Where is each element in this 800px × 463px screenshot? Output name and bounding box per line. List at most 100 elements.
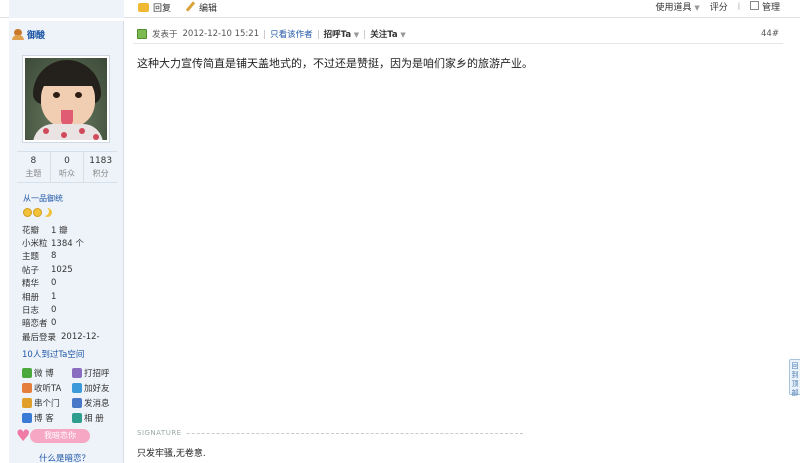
info-row: 精华 0 — [22, 277, 122, 290]
stat-points[interactable]: 1183 积分 — [84, 152, 117, 182]
username-row: 御酸 — [12, 28, 45, 41]
what-is-crush-link[interactable]: 什么是暗恋？ — [39, 452, 90, 463]
stat-listeners-label: 听众 — [59, 169, 75, 178]
greet-label: 打招呼 — [84, 368, 110, 379]
moon-icon — [43, 208, 52, 217]
separator-icon: | — [737, 2, 741, 10]
info-key: 精华 — [22, 279, 40, 290]
user-stats: 8 主题 0 听众 1183 积分 — [17, 151, 117, 183]
top-toolbar: 回复 编辑 使用道具 ▼ 评分 | 管理 — [0, 0, 800, 18]
greet-link[interactable]: 打招呼 — [72, 367, 122, 379]
user-group-link[interactable]: 从一品御统 — [23, 193, 63, 204]
album-icon — [72, 412, 82, 423]
stat-points-count: 1183 — [89, 156, 113, 166]
manage-checkbox[interactable] — [750, 0, 760, 10]
visit-count: 10 — [22, 350, 33, 360]
message-label: 发消息 — [84, 398, 110, 409]
post-actions: 回复 编辑 — [138, 0, 217, 14]
info-row: 小米粒 1384 个 — [22, 236, 122, 249]
info-row: 主题 8 — [22, 250, 122, 263]
info-value: 8 — [51, 251, 57, 262]
crush-label: 我暗恋你 — [30, 429, 90, 443]
edit-label: 编辑 — [199, 3, 218, 14]
info-key: 花瓣 — [22, 225, 40, 236]
space-visits[interactable]: 10人到过Ta空间 — [22, 348, 84, 360]
door-icon — [22, 397, 32, 408]
post-content: 这种大力宣传简直是铺天盖地式的，不过还是赞挺，因为是咱们家乡的旅游产业。 — [137, 57, 533, 70]
divider — [317, 29, 319, 39]
use-tools-dropdown[interactable]: 使用道具 ▼ — [655, 0, 699, 13]
user-sidebar: 御酸 8 主题 0 听众 1183 积分 从一品御统 花瓣 1 瓣 小米粒 1384 个 … — [9, 21, 124, 463]
chevron-down-icon: ▼ — [694, 3, 700, 12]
avatar[interactable] — [22, 55, 110, 143]
back-to-top-tab[interactable]: 回到顶部 — [789, 359, 800, 397]
greet-label: 招呼Ta — [323, 30, 352, 40]
stat-listeners[interactable]: 0 听众 — [51, 152, 85, 182]
weibo-icon — [22, 367, 32, 378]
rank-stars — [23, 208, 52, 217]
info-key: 暗恋者 — [22, 319, 48, 330]
reply-icon — [138, 2, 149, 12]
link-row: 收听TA 加好友 — [22, 380, 122, 395]
info-value: 1384 个 — [51, 239, 84, 250]
stat-topics[interactable]: 8 主题 — [17, 152, 51, 182]
info-row: 帖子 1025 — [22, 263, 122, 276]
heart-icon: ♥ — [16, 426, 31, 445]
posted-label: 发表于 — [152, 30, 178, 40]
listen-label: 收听TA — [34, 383, 62, 394]
post-meta: 发表于 2012-12-10 15:21 只看该作者 招呼Ta ▼ 关注Ta ▼ — [137, 27, 406, 41]
envelope-icon — [72, 397, 82, 408]
info-row: 日志 0 — [22, 303, 122, 316]
info-row: 最后登录 2012-12- — [22, 330, 122, 343]
edit-button[interactable]: 编辑 — [185, 1, 217, 14]
add-friend-icon — [72, 382, 82, 393]
listen-icon — [22, 382, 32, 393]
signature-text: 只发牢骚,无卷意. — [137, 449, 206, 459]
listen-link[interactable]: 收听TA — [22, 382, 72, 394]
link-row: 微 博 打招呼 — [22, 365, 122, 380]
avatar-image — [25, 58, 107, 140]
manage-label: 管理 — [761, 2, 780, 13]
message-link[interactable]: 发消息 — [72, 397, 122, 409]
info-value: 0 — [51, 278, 57, 289]
blog-icon — [22, 412, 32, 423]
manage-control[interactable]: 管理 — [750, 0, 780, 13]
visit-link[interactable]: 串个门 — [22, 397, 72, 409]
add-friend-label: 加好友 — [84, 383, 110, 394]
visit-label: 串个门 — [34, 398, 60, 409]
weibo-link[interactable]: 微 博 — [22, 367, 72, 379]
only-author-link[interactable]: 只看该作者 — [270, 28, 313, 40]
info-value: 0 — [51, 318, 57, 329]
post-tools: 使用道具 ▼ 评分 | 管理 — [655, 0, 780, 13]
info-value: 1 — [51, 291, 57, 302]
chevron-down-icon: ▼ — [353, 31, 360, 39]
album-link[interactable]: 相 册 — [72, 412, 122, 424]
info-key: 最后登录 — [22, 332, 57, 343]
online-status-icon — [137, 29, 147, 39]
divider — [364, 29, 366, 39]
user-links: 微 博 打招呼 收听TA 加好友 串个门 发消息 博 客 相 册 — [22, 365, 122, 425]
signature-label: SIGNATURE — [137, 429, 186, 437]
stat-points-label: 积分 — [92, 169, 109, 178]
info-key: 主题 — [22, 252, 40, 263]
follow-dropdown[interactable]: 关注Ta ▼ — [370, 28, 406, 40]
blog-label: 博 客 — [34, 413, 54, 424]
info-value: 1 瓣 — [51, 225, 68, 236]
info-value: 2012-12- — [61, 331, 100, 342]
sun-icon — [23, 208, 32, 217]
link-row: 串个门 发消息 — [22, 395, 122, 410]
rate-link[interactable]: 评分 — [710, 0, 728, 13]
info-row: 花瓣 1 瓣 — [22, 223, 122, 236]
add-friend-link[interactable]: 加好友 — [72, 382, 122, 394]
weibo-label: 微 博 — [34, 368, 54, 379]
stat-topics-count: 8 — [30, 156, 37, 166]
floor-number[interactable]: 44# — [761, 29, 779, 39]
info-value: 0 — [51, 305, 57, 316]
blog-link[interactable]: 博 客 — [22, 412, 72, 424]
info-value: 1025 — [51, 264, 73, 275]
username-link[interactable]: 御酸 — [27, 28, 45, 41]
reply-button[interactable]: 回复 — [138, 1, 171, 14]
info-row: 相册 1 — [22, 290, 122, 303]
greet-dropdown[interactable]: 招呼Ta ▼ — [324, 28, 360, 40]
crush-button[interactable]: ♥ 我暗恋你 — [16, 428, 92, 444]
